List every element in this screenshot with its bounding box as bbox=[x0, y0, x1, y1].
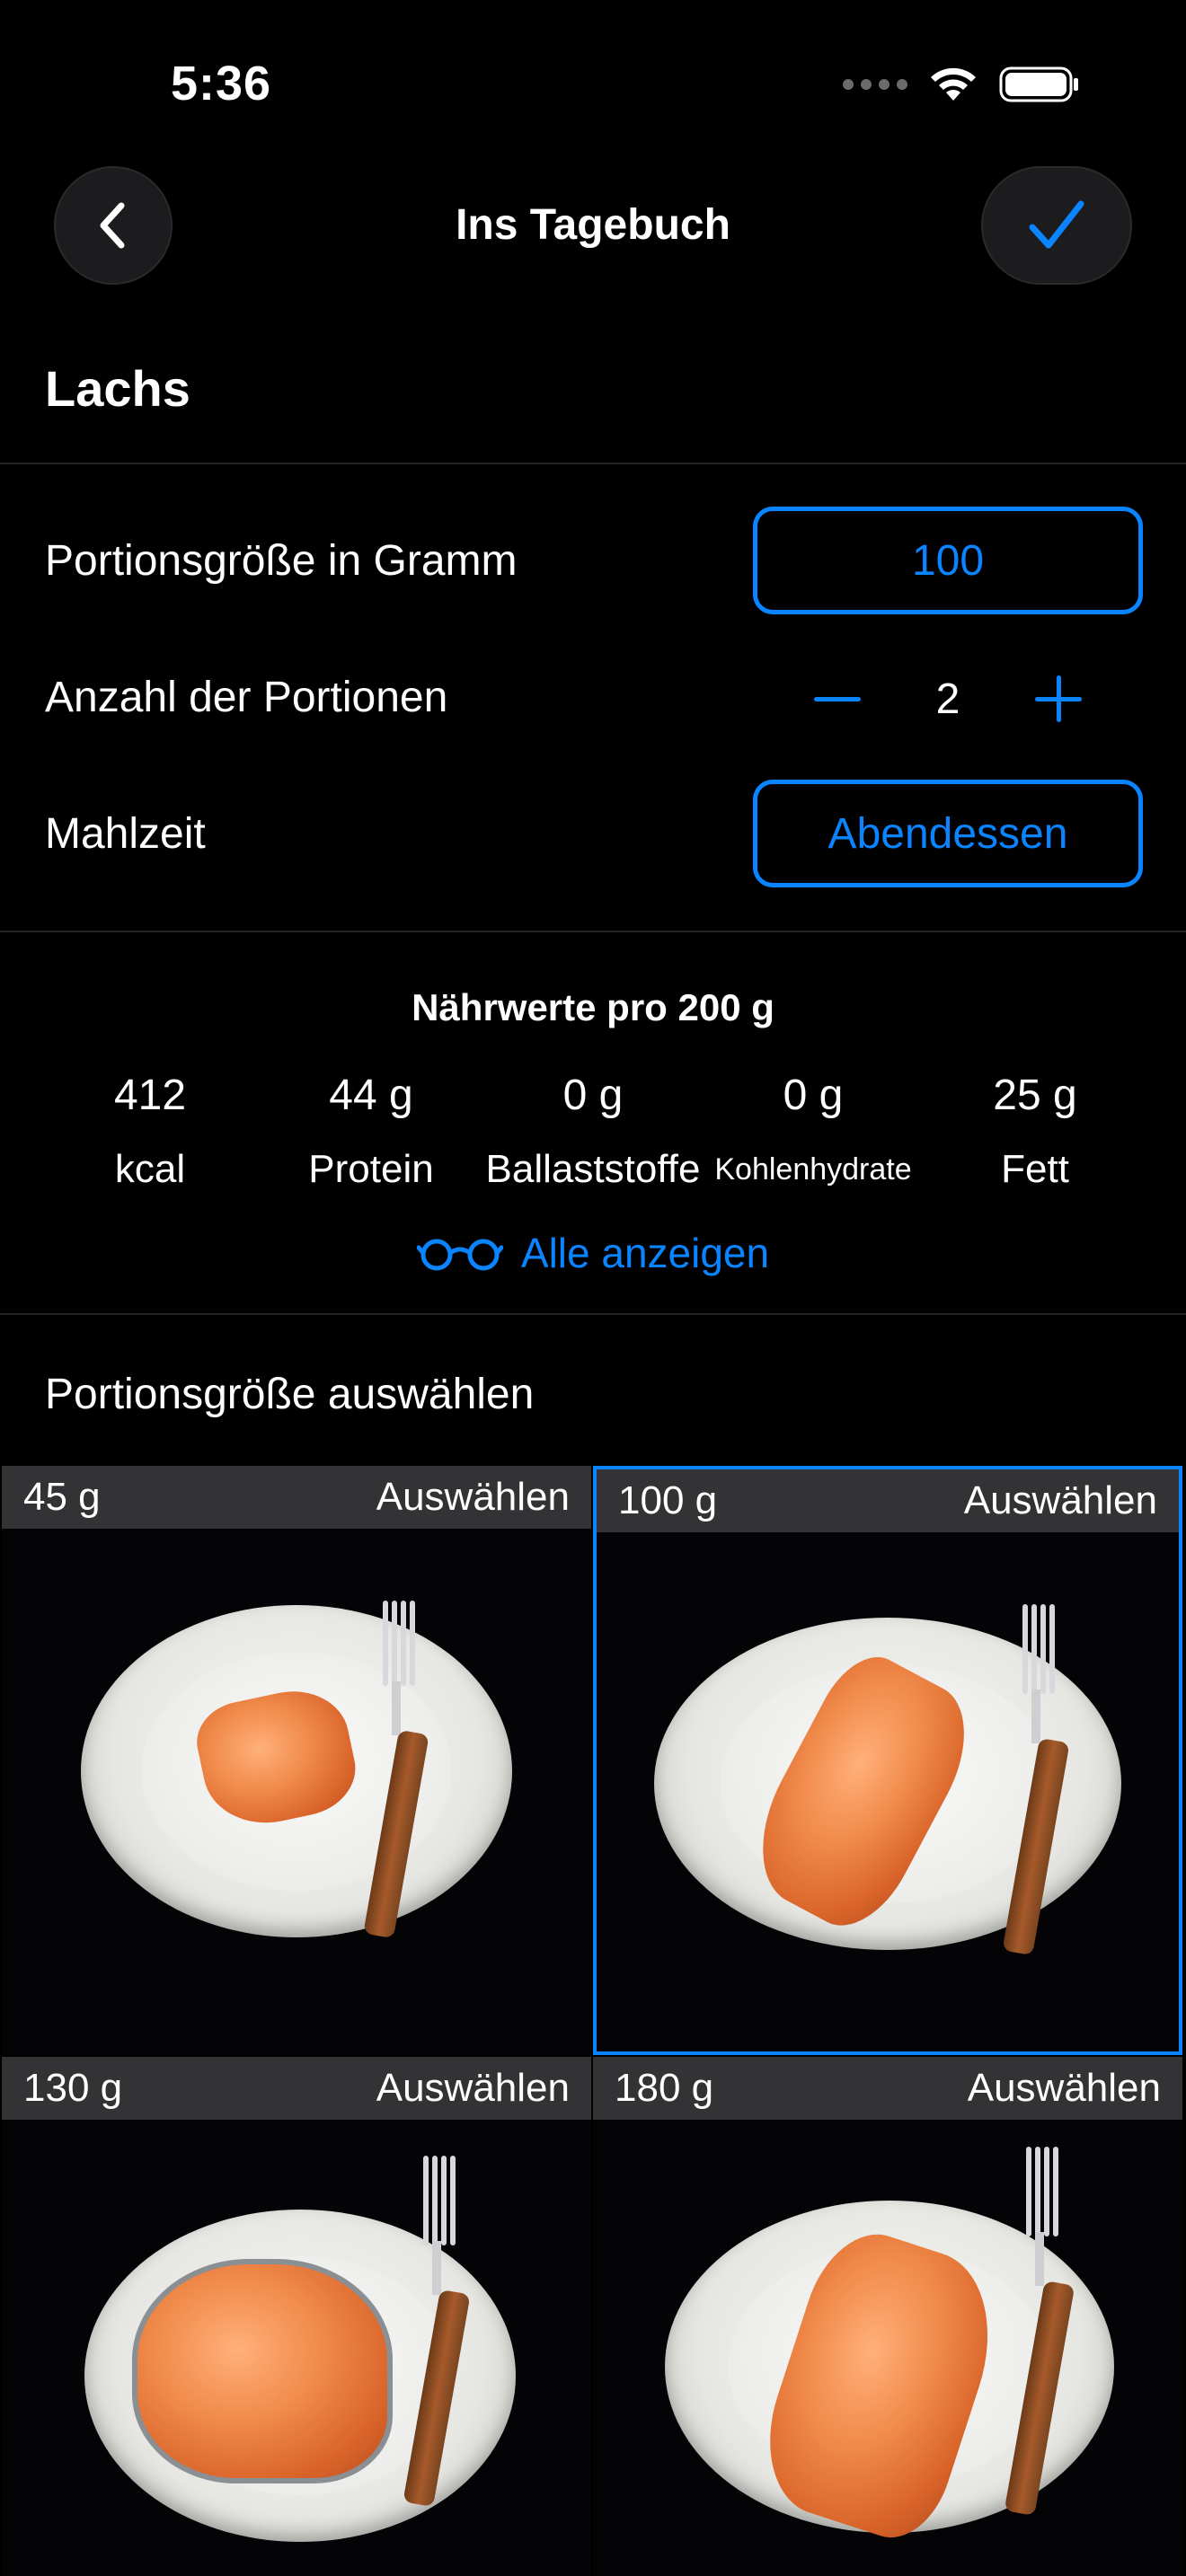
status-icons bbox=[843, 65, 1080, 104]
confirm-button[interactable] bbox=[981, 166, 1132, 285]
meal-label: Mahlzeit bbox=[45, 810, 206, 858]
nutrition-value: 412 bbox=[113, 1072, 187, 1119]
nutrition-protein: 44 g Protein bbox=[259, 1064, 483, 1201]
nutrition-carbs: 0 g Kohlenhydrate bbox=[701, 1064, 925, 1201]
portion-tile-header: 180 g Auswählen bbox=[593, 2057, 1182, 2120]
select-button[interactable]: Auswählen bbox=[968, 2066, 1161, 2111]
nutrition-value: 0 g bbox=[562, 1072, 624, 1119]
nutrition-label: Protein bbox=[308, 1147, 434, 1191]
increment-button[interactable] bbox=[1030, 670, 1087, 728]
portion-count-value: 2 bbox=[935, 675, 960, 723]
battery-icon bbox=[999, 66, 1078, 102]
portion-count-stepper: 2 bbox=[809, 663, 1087, 735]
show-all-nutrients-link[interactable]: Alle anzeigen bbox=[0, 1229, 1186, 1277]
portion-tile-45g[interactable]: 45 g Auswählen bbox=[2, 1466, 591, 2055]
select-button[interactable]: Auswählen bbox=[376, 2066, 570, 2111]
cellular-signal-icon bbox=[843, 79, 907, 90]
portion-weight: 100 g bbox=[618, 1478, 718, 1522]
nutrition-value: 25 g bbox=[993, 1072, 1077, 1119]
nutrition-label: kcal bbox=[114, 1147, 186, 1191]
portion-tile-130g[interactable]: 130 g Auswählen bbox=[2, 2057, 591, 2576]
select-button[interactable]: Auswählen bbox=[376, 1475, 570, 1520]
portion-weight: 45 g bbox=[23, 1475, 101, 1519]
wifi-icon bbox=[931, 67, 976, 101]
portion-weight: 180 g bbox=[615, 2066, 714, 2110]
portion-size-field[interactable]: 100 bbox=[753, 507, 1143, 614]
nutrition-fiber: 0 g Ballaststoffe bbox=[481, 1064, 705, 1201]
checkmark-icon bbox=[1029, 200, 1084, 249]
minus-icon bbox=[814, 697, 861, 701]
nutrition-fat: 25 g Fett bbox=[923, 1064, 1147, 1201]
nutrition-label: Ballaststoffe bbox=[485, 1147, 701, 1191]
portion-tile-header: 100 g Auswählen bbox=[597, 1469, 1179, 1532]
nutrition-value: 0 g bbox=[783, 1072, 844, 1119]
divider bbox=[0, 1313, 1186, 1315]
show-all-label: Alle anzeigen bbox=[520, 1230, 770, 1276]
portion-tile-100g[interactable]: 100 g Auswählen bbox=[593, 1466, 1182, 2055]
navigation-bar: Ins Tagebuch bbox=[0, 166, 1186, 287]
glasses-icon bbox=[416, 1239, 503, 1271]
divider bbox=[0, 931, 1186, 932]
food-name: Lachs bbox=[45, 360, 190, 417]
decrement-button[interactable] bbox=[809, 670, 866, 728]
portion-size-label: Portionsgröße in Gramm bbox=[45, 537, 518, 585]
meal-selector[interactable]: Abendessen bbox=[753, 780, 1143, 887]
portion-section-title: Portionsgröße auswählen bbox=[45, 1371, 535, 1418]
nutrition-label: Fett bbox=[1001, 1147, 1069, 1191]
status-bar: 5:36 bbox=[0, 0, 1186, 171]
portion-tile-180g[interactable]: 180 g Auswählen bbox=[593, 2057, 1182, 2576]
nutrition-label: Kohlenhydrate bbox=[714, 1152, 912, 1187]
nutrition-kcal: 412 kcal bbox=[38, 1064, 262, 1201]
select-button[interactable]: Auswählen bbox=[964, 1478, 1157, 1523]
status-time: 5:36 bbox=[171, 57, 272, 110]
divider bbox=[0, 463, 1186, 464]
nutrition-value: 44 g bbox=[329, 1072, 413, 1119]
portion-count-label: Anzahl der Portionen bbox=[45, 674, 448, 721]
nutrition-heading: Nährwerte pro 200 g bbox=[412, 986, 774, 1028]
portion-tile-header: 45 g Auswählen bbox=[2, 1466, 591, 1529]
portion-tile-header: 130 g Auswählen bbox=[2, 2057, 591, 2120]
portion-weight: 130 g bbox=[23, 2066, 123, 2110]
